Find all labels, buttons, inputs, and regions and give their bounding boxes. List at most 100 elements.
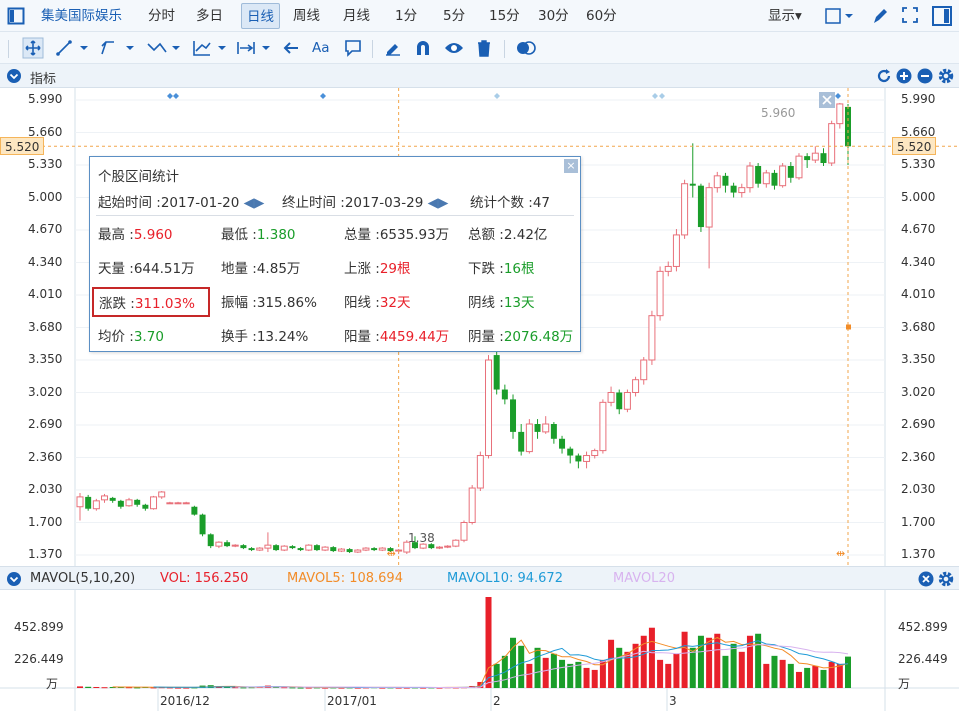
candle	[142, 503, 149, 511]
period-tab-60min[interactable]: 60分	[586, 6, 617, 26]
line-tool-icon[interactable]	[56, 40, 90, 56]
comment-icon[interactable]	[344, 39, 362, 57]
candle-body	[518, 431, 525, 452]
stat-key: 阳量 :	[344, 329, 380, 345]
candle	[722, 172, 729, 193]
candle	[664, 261, 672, 277]
period-tab-1min[interactable]: 1分	[395, 6, 417, 26]
candle-body	[174, 502, 182, 505]
stat-cell: 最低 :1.380	[221, 223, 296, 243]
collapse-chevron-icon[interactable]	[6, 571, 22, 587]
refresh-icon[interactable]	[876, 68, 892, 84]
candle-body	[207, 534, 214, 547]
move-crosshair-icon[interactable]	[22, 37, 44, 59]
volume-chart[interactable]	[0, 590, 959, 711]
eraser-pen-icon[interactable]	[384, 40, 402, 56]
remove-indicator-icon[interactable]	[917, 68, 933, 84]
candle-body	[575, 455, 582, 462]
price-tick: 2.030	[901, 482, 936, 496]
candle-body	[738, 187, 746, 194]
add-indicator-icon[interactable]	[896, 68, 912, 84]
candle-body	[583, 455, 591, 462]
candle	[567, 446, 574, 464]
popup-close-icon[interactable]: ×	[564, 159, 578, 173]
period-tab-zhouxian[interactable]: 周线	[293, 6, 320, 26]
stat-cell: 换手 :13.24%	[221, 325, 308, 345]
stat-value: 5.960	[133, 227, 173, 243]
text-tool[interactable]: Aa	[312, 38, 330, 58]
volume-bar	[722, 655, 729, 688]
stat-key: 上涨 :	[344, 261, 380, 277]
candle-body	[224, 542, 231, 547]
volume-header: MAVOL(5,10,20) VOL: 156.250 MAVOL5: 108.…	[0, 566, 959, 590]
collapse-chevron-icon[interactable]	[6, 68, 22, 84]
volume-bar	[665, 663, 672, 688]
candle	[762, 169, 770, 188]
trash-icon[interactable]	[476, 39, 492, 57]
pen-icon[interactable]	[871, 6, 889, 26]
close-indicator-icon[interactable]	[918, 571, 934, 587]
stat-key: 总额 :	[468, 227, 504, 243]
layout-panel-icon[interactable]	[932, 6, 952, 26]
sidebar-toggle-icon[interactable]	[7, 7, 25, 25]
period-tab-30min[interactable]: 30分	[538, 6, 569, 26]
range-tool-icon[interactable]	[236, 40, 272, 56]
volume-bar	[583, 667, 590, 688]
period-tab-15min[interactable]: 15分	[489, 6, 520, 26]
settings-gear-icon[interactable]	[937, 67, 955, 85]
next-end-icon[interactable]: ▶	[438, 195, 448, 211]
overlay-toggle-icon[interactable]	[516, 40, 536, 56]
eye-icon[interactable]	[444, 40, 464, 56]
stat-value: 2076.48万	[503, 329, 574, 345]
candle	[501, 384, 508, 405]
candle-body	[550, 424, 557, 439]
candle-body	[125, 499, 133, 507]
candle	[738, 183, 746, 198]
period-tab-duori[interactable]: 多日	[196, 6, 223, 26]
volume-bar	[550, 653, 557, 688]
settings-gear-icon[interactable]	[937, 570, 955, 588]
stat-cell: 上涨 :29根	[344, 257, 411, 277]
next-start-icon[interactable]: ▶	[254, 195, 264, 211]
stat-cell: 阳量 :4459.44万	[344, 325, 449, 345]
price-tick: 5.990	[28, 92, 63, 106]
candle	[346, 548, 353, 554]
stock-name[interactable]: 集美国际娱乐	[41, 6, 122, 26]
wave-tool-icon[interactable]	[146, 40, 182, 56]
price-tick: 3.020	[28, 384, 63, 399]
mavol-lines	[112, 636, 849, 688]
date-tick-1: 2016/12	[160, 694, 210, 708]
period-tab-fenshi[interactable]: 分时	[148, 6, 175, 26]
date-tick-4: 3	[669, 694, 677, 708]
end-time-text: 终止时间 :2017-03-29	[282, 195, 424, 211]
candle-body	[787, 165, 794, 178]
stat-value: 644.51万	[133, 261, 195, 277]
volume-bar	[738, 651, 745, 688]
stat-key: 换手 :	[221, 329, 257, 345]
candle	[836, 102, 844, 129]
prev-start-icon[interactable]: ◀	[244, 195, 254, 211]
channel-tool-icon[interactable]	[100, 40, 136, 56]
period-tab-yuexian[interactable]: 月线	[343, 6, 370, 26]
price-tick: 4.670	[28, 222, 63, 236]
drawing-toolbar: Aa	[0, 32, 959, 64]
display-menu[interactable]: 显示▾	[768, 6, 802, 26]
square-dropdown-icon[interactable]	[825, 7, 855, 25]
fibonacci-tool-icon[interactable]	[192, 39, 228, 57]
candle	[378, 547, 386, 552]
period-tab-rixian[interactable]: 日线	[241, 3, 280, 29]
candle-body	[836, 103, 844, 125]
volume-bar	[763, 663, 770, 688]
fullscreen-icon[interactable]	[901, 6, 919, 24]
close-marker-icon[interactable]	[819, 92, 835, 108]
arrow-left-icon[interactable]	[282, 40, 300, 56]
magnet-icon[interactable]	[414, 39, 432, 57]
period-tab-5min[interactable]: 5分	[443, 6, 465, 26]
candle	[337, 548, 345, 553]
candle-body	[452, 539, 460, 547]
stat-key: 下跌 :	[468, 261, 504, 277]
prev-end-icon[interactable]: ◀	[428, 195, 438, 211]
price-tick: 4.340	[901, 254, 936, 269]
candle	[672, 229, 680, 272]
candle-body	[771, 172, 778, 186]
